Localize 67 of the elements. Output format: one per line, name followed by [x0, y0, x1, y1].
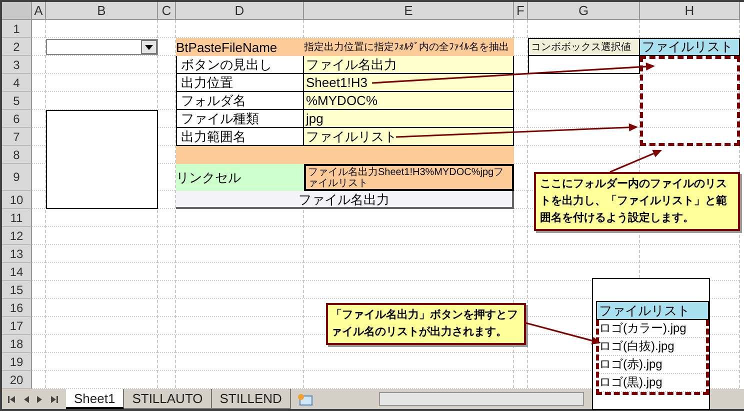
row-header[interactable]: 3: [2, 56, 32, 74]
setting-value[interactable]: ファイルリスト: [304, 128, 514, 146]
new-sheet-icon[interactable]: [296, 392, 313, 406]
column-header[interactable]: B: [46, 2, 158, 20]
table-note: 指定出力位置に指定ﾌｫﾙﾀﾞ内の全ﾌｧｲﾙ名を抽出: [304, 38, 514, 56]
dropdown-button[interactable]: [141, 40, 157, 54]
row-header[interactable]: 14: [2, 263, 32, 281]
skip-right-icon[interactable]: [49, 394, 58, 404]
row-header[interactable]: 20: [2, 371, 32, 389]
combo-box[interactable]: [46, 39, 158, 55]
link-cell-value[interactable]: ファイル名出力Sheet1!H3%MYDOC%jpgファイルリスト: [304, 164, 514, 191]
row-header[interactable]: 12: [2, 227, 32, 245]
row-header[interactable]: 13: [2, 245, 32, 263]
row-header[interactable]: 17: [2, 317, 32, 335]
value-cell[interactable]: [528, 56, 640, 74]
row-header[interactable]: 9: [2, 164, 32, 191]
file-name-cell: ロゴ(カラー).jpg: [599, 320, 706, 338]
list-header: ファイルリスト: [596, 301, 709, 320]
output-button[interactable]: ファイル名出力: [176, 191, 514, 209]
callout-note: 「ファイル名出力」ボタンを押すとファイル名のリストが出力されます。: [326, 303, 526, 345]
caret-icon: [145, 44, 153, 50]
file-name-cell: ロゴ(白抜).jpg: [599, 338, 706, 356]
column-header[interactable]: D: [176, 2, 304, 20]
combo-value-label: コンボボックス選択値: [528, 38, 640, 56]
sheet-tab[interactable]: Sheet1: [66, 389, 124, 409]
setting-label: フォルダ名: [176, 92, 304, 110]
setting-value[interactable]: Sheet1!H3: [304, 74, 514, 92]
file-name-cell: ロゴ(赤).jpg: [599, 356, 706, 374]
row-header[interactable]: 8: [2, 146, 32, 164]
right-triangle-icon[interactable]: [36, 394, 43, 404]
column-header[interactable]: E: [304, 2, 514, 20]
column-header[interactable]: C: [158, 2, 176, 20]
row-header[interactable]: 2: [2, 38, 32, 56]
row-header[interactable]: 15: [2, 281, 32, 299]
setting-value[interactable]: ファイル名出力: [304, 56, 514, 74]
setting-label: 出力範囲名: [176, 128, 304, 146]
link-label: リンクセル: [176, 164, 304, 191]
column-header[interactable]: A: [32, 2, 46, 20]
row-header[interactable]: 1: [2, 20, 32, 38]
arrow: [610, 150, 662, 173]
row-header[interactable]: 10: [2, 191, 32, 209]
row-header[interactable]: 6: [2, 110, 32, 128]
table-title: BtPasteFileName: [176, 38, 304, 56]
list-box[interactable]: [46, 110, 158, 209]
setting-label: ファイル種類: [176, 110, 304, 128]
row-header[interactable]: 11: [2, 209, 32, 227]
setting-label: ボタンの見出し: [176, 56, 304, 74]
setting-value[interactable]: jpg: [304, 110, 514, 128]
row-header[interactable]: 5: [2, 92, 32, 110]
row-header[interactable]: 19: [2, 353, 32, 371]
left-triangle-icon[interactable]: [23, 394, 30, 404]
row-header[interactable]: 16: [2, 299, 32, 317]
column-header[interactable]: F: [514, 2, 528, 20]
column-header[interactable]: G: [528, 2, 640, 20]
row-header[interactable]: 7: [2, 128, 32, 146]
column-header[interactable]: H: [640, 2, 740, 20]
sheet-tab[interactable]: STILLEND: [212, 389, 291, 409]
file-name-cell: ロゴ(黒).jpg: [599, 374, 706, 392]
setting-label: 出力位置: [176, 74, 304, 92]
row-header[interactable]: 4: [2, 74, 32, 92]
setting-value[interactable]: %MYDOC%: [304, 92, 514, 110]
horizontal-scrollbar[interactable]: [378, 392, 584, 406]
row-header[interactable]: 18: [2, 335, 32, 353]
callout-note: ここにフォルダー内のファイルのリストを出力し、「ファイルリスト」と範囲名を付けるよう設定します。: [534, 172, 740, 231]
list-header: ファイルリスト: [640, 38, 740, 56]
skip-left-icon[interactable]: [8, 394, 17, 404]
sheet-tab[interactable]: STILLAUTO: [124, 389, 212, 409]
